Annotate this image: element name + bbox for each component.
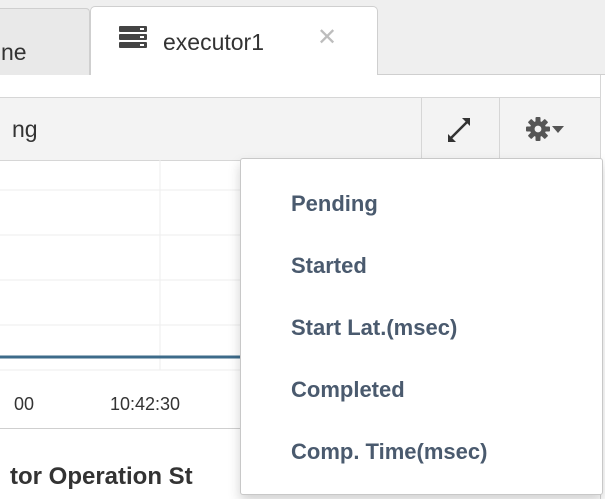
- tab-previous[interactable]: ne: [0, 8, 90, 75]
- menu-item-label: Start Lat.(msec): [291, 315, 458, 340]
- menu-item-pending[interactable]: Pending: [241, 176, 602, 232]
- menu-item-label: Started: [291, 253, 367, 278]
- section-title: tor Operation St: [10, 463, 193, 490]
- gear-icon: [526, 117, 564, 141]
- menu-item-start-latency[interactable]: Start Lat.(msec): [241, 300, 602, 356]
- tab-bar: ne executor1 ✕: [0, 0, 605, 77]
- panel-header: ng: [0, 97, 600, 161]
- menu-item-label: Completed: [291, 377, 405, 402]
- x-tick-label: 10:42:30: [110, 394, 180, 414]
- settings-button[interactable]: [500, 98, 600, 160]
- tab-previous-label: ne: [1, 39, 27, 65]
- executor-dashboard: ne executor1 ✕ ng 00 10:42:30 tor Operat…: [0, 0, 605, 499]
- menu-item-completion-time[interactable]: Comp. Time(msec): [241, 424, 602, 480]
- expand-button[interactable]: [422, 98, 499, 160]
- tab-executor1[interactable]: executor1 ✕: [90, 6, 378, 77]
- x-tick-label: 00: [14, 394, 34, 414]
- menu-item-started[interactable]: Started: [241, 238, 602, 294]
- tab-executor1-label: executor1: [163, 29, 265, 55]
- menu-item-label: Pending: [291, 191, 378, 216]
- close-icon[interactable]: ✕: [317, 23, 337, 52]
- caret-down-icon: [552, 126, 564, 133]
- expand-icon: [448, 118, 470, 142]
- server-icon: [119, 26, 147, 48]
- settings-dropdown-menu: Pending Started Start Lat.(msec) Complet…: [240, 158, 603, 495]
- menu-item-label: Comp. Time(msec): [291, 439, 488, 464]
- menu-item-completed[interactable]: Completed: [241, 362, 602, 418]
- panel-title: ng: [12, 116, 38, 142]
